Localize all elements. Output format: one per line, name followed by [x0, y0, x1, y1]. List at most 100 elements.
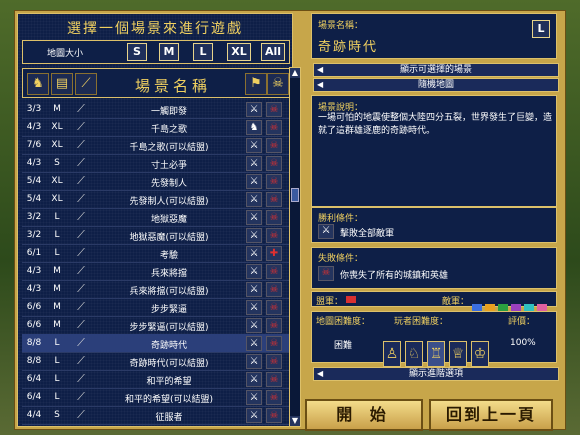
row-name: 先發制人(可以結盟)	[129, 197, 209, 207]
scenario-row[interactable]: 5/4 XL ⟋ 先發制人 ⚔ ☠	[22, 172, 290, 191]
size-filter-m[interactable]: M	[159, 43, 179, 61]
row-name: 和平的希望(可以結盟)	[124, 395, 214, 405]
enemy-flag-icon	[485, 304, 495, 311]
map-size-badge: L	[532, 20, 550, 38]
defeat-icon: ☠	[318, 266, 334, 281]
scroll-thumb[interactable]	[291, 188, 299, 202]
enemy-flag-icon	[511, 304, 521, 311]
victory-condition-icon: ⚔	[246, 282, 262, 297]
sort-size-icon[interactable]: ▤	[51, 73, 73, 95]
sort-win-icon[interactable]: ⚑	[245, 73, 267, 95]
ally-label: 盟軍：	[316, 297, 344, 307]
scenario-row[interactable]: 6/4 L ⟋ 和平的希望(可以結盟) ⚔ ☠	[22, 388, 290, 407]
advanced-options-dropdown[interactable]: ◀ 顯示進階選項	[313, 367, 559, 381]
row-players: 4/3	[26, 284, 42, 294]
scenario-row[interactable]: 3/2 L ⟋ 地獄惡魔(可以結盟) ⚔ ☠	[22, 226, 290, 245]
back-button[interactable]: 回到上一頁	[429, 399, 553, 431]
scenario-row[interactable]: 6/4 L ⟋ 和平的希望 ⚔ ☠	[22, 370, 290, 389]
scenario-row[interactable]: 6/6 M ⟋ 步步緊逼(可以結盟) ⚔ ☠	[22, 316, 290, 335]
scenario-row[interactable]: 3/2 L ⟋ 地獄惡魔 ⚔ ☠	[22, 208, 290, 227]
start-button[interactable]: 開 始	[305, 399, 423, 431]
row-size: M	[53, 266, 61, 276]
enemy-label: 敵軍：	[442, 297, 470, 307]
scenario-name: 奇跡時代	[318, 40, 379, 55]
list-scrollbar[interactable]: ▲ ▼	[289, 67, 301, 427]
version-icon: ⟋	[77, 318, 85, 331]
scenario-row[interactable]: 3/3 M ⟋ 一觸即發 ⚔ ☠	[22, 100, 290, 119]
victory-condition-icon: ⚔	[246, 372, 262, 387]
scenario-rows: 3/3 M ⟋ 一觸即發 ⚔ ☠ 4/3 XL ⟋ 千島之歌 ♞ ☠ 7/6 XL ⟋ 千島之歌(可以結盟) ⚔…	[22, 100, 290, 428]
difficulty-pawn-icon[interactable]: ♙	[383, 341, 401, 367]
row-name: 千島之歌	[150, 125, 187, 135]
defeat-condition-icon: ✚	[266, 246, 282, 261]
row-players: 6/4	[26, 392, 42, 402]
size-filter-xl[interactable]: XL	[227, 43, 251, 61]
size-filter-all[interactable]: All	[261, 43, 285, 61]
defeat-condition-icon: ☠	[266, 156, 282, 171]
scenario-name-label: 場景名稱：	[318, 21, 364, 31]
row-players: 4/4	[26, 410, 42, 420]
row-players: 8/8	[26, 356, 42, 366]
victory-condition-icon: ⚔	[246, 210, 262, 225]
row-players: 3/2	[26, 212, 42, 222]
ally-flag-icon	[346, 296, 356, 303]
scenario-row[interactable]: 4/4 S ⟋ 征服者 ⚔ ☠	[22, 406, 290, 425]
scenario-row[interactable]: 4/3 XL ⟋ 千島之歌 ♞ ☠	[22, 118, 290, 137]
version-icon: ⟋	[77, 264, 85, 277]
size-filter-s[interactable]: S	[127, 43, 147, 61]
scenario-row[interactable]: 8/8 L ⟋ 奇跡時代(可以結盟) ⚔ ☠	[22, 352, 290, 371]
row-players: 4/3	[26, 266, 42, 276]
row-players: 6/6	[26, 302, 42, 312]
version-icon: ⟋	[77, 390, 85, 403]
defeat-text: 你喪失了所有的城鎮和英雄	[340, 271, 449, 281]
sort-version-icon[interactable]: ⟋	[75, 73, 97, 95]
row-players: 5/4	[26, 176, 42, 186]
scenario-row[interactable]: 6/1 L ⟋ 考驗 ⚔ ✚	[22, 244, 290, 263]
sort-name-header[interactable]: 場景名稱	[103, 75, 243, 96]
scenario-row[interactable]: 4/3 M ⟋ 兵來將擋(可以結盟) ⚔ ☠	[22, 280, 290, 299]
row-players: 3/3	[26, 104, 42, 114]
scenario-row[interactable]: 8/8 L ⟋ 奇跡時代 ⚔ ☠	[22, 334, 290, 353]
enemy-flag-icon	[498, 304, 508, 311]
row-players: 6/4	[26, 374, 42, 384]
row-name: 地獄惡魔(可以結盟)	[129, 233, 209, 243]
row-players: 4/3	[26, 158, 42, 168]
version-icon: ⟋	[77, 372, 85, 385]
scenario-row[interactable]: 4/3 M ⟋ 兵來將擋 ⚔ ☠	[22, 262, 290, 281]
defeat-condition-icon: ☠	[266, 102, 282, 117]
victory-condition-icon: ♞	[246, 120, 262, 135]
scroll-up-icon[interactable]: ▲	[290, 68, 300, 78]
scenario-row[interactable]: 5/4 XL ⟋ 先發制人(可以結盟) ⚔ ☠	[22, 190, 290, 209]
version-icon: ⟋	[77, 336, 85, 349]
scroll-down-icon[interactable]: ▼	[290, 416, 300, 426]
difficulty-queen-icon[interactable]: ♕	[449, 341, 467, 367]
victory-condition-icon: ⚔	[246, 228, 262, 243]
random-map-label: 隨機地圖	[417, 80, 454, 90]
version-icon: ⟋	[77, 120, 85, 133]
difficulty-king-icon[interactable]: ♔	[471, 341, 489, 367]
scenario-row[interactable]: 6/6 M ⟋ 步步緊逼 ⚔ ☠	[22, 298, 290, 317]
difficulty-knight-icon[interactable]: ♘	[405, 341, 423, 367]
row-name: 先發制人	[150, 179, 187, 189]
player-difficulty-label: 玩者困難度：	[394, 317, 449, 327]
victory-condition-icon: ⚔	[246, 354, 262, 369]
dropdown-arrow-icon: ◀	[317, 65, 324, 74]
row-players: 3/2	[26, 230, 42, 240]
row-players: 7/6	[26, 140, 42, 150]
scenario-filter-dropdown[interactable]: ◀ 顯示可選擇的場景	[313, 63, 559, 77]
difficulty-rook-icon[interactable]: ♖	[427, 341, 445, 367]
random-map-button[interactable]: ◀ 隨機地圖	[313, 78, 559, 92]
row-size: XL	[51, 194, 63, 204]
row-size: XL	[51, 140, 63, 150]
sort-lose-icon[interactable]: ☠	[267, 73, 289, 95]
victory-condition-icon: ⚔	[246, 336, 262, 351]
victory-condition-icon: ⚔	[246, 300, 262, 315]
game-window: 選擇一個場景來進行遊戲 地圖大小 S M L XL All ♞ ▤ ⟋ 場景名稱…	[0, 0, 580, 435]
sort-players-icon[interactable]: ♞	[27, 73, 49, 95]
version-icon: ⟋	[77, 192, 85, 205]
size-filter-l[interactable]: L	[193, 43, 213, 61]
scenario-list-panel: 選擇一個場景來進行遊戲 地圖大小 S M L XL All ♞ ▤ ⟋ 場景名稱…	[17, 13, 293, 427]
scenario-row[interactable]: 7/6 XL ⟋ 千島之歌(可以結盟) ⚔ ☠	[22, 136, 290, 155]
scenario-row[interactable]: 4/3 S ⟋ 寸土必爭 ⚔ ☠	[22, 154, 290, 173]
victory-icon: ⚔	[318, 224, 334, 239]
